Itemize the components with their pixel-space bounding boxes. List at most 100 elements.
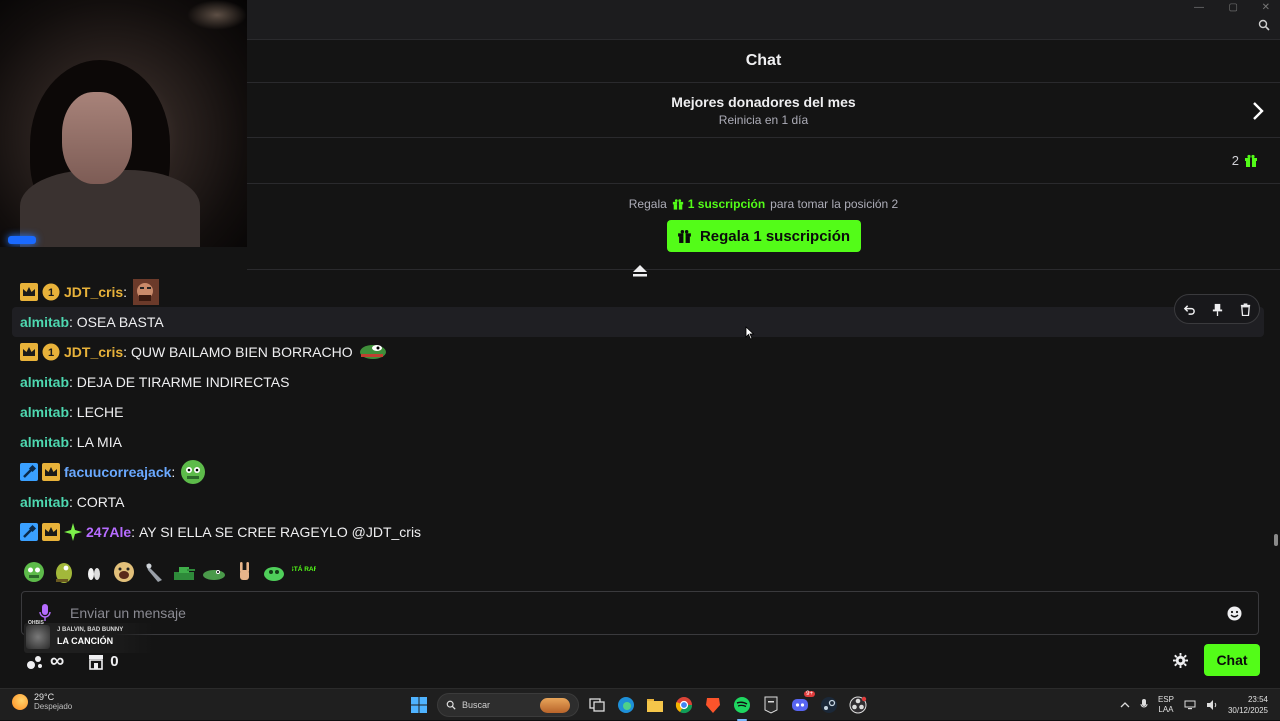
settings-gear-icon[interactable] xyxy=(1173,653,1188,668)
separator: : xyxy=(69,434,73,450)
chat-message-input[interactable] xyxy=(70,600,1220,626)
message-text: QUW BAILAMO BIEN BORRACHO xyxy=(130,344,353,360)
username[interactable]: 247Ale xyxy=(86,524,131,540)
trash-icon[interactable] xyxy=(1239,302,1252,316)
rock-hand-emote[interactable] xyxy=(232,560,256,584)
search-icon xyxy=(446,700,456,710)
music-artist: J BALVIN, BAD BUNNY xyxy=(57,627,124,633)
clock-time: 23:54 xyxy=(1247,695,1268,704)
pepe-green-emote[interactable] xyxy=(22,560,46,584)
chat-message[interactable]: almitab: LA MIA xyxy=(12,427,1264,457)
pepe-dance-emote[interactable] xyxy=(52,560,76,584)
message-text: OSEA BASTA xyxy=(76,314,164,330)
username[interactable]: JDT_cris xyxy=(64,344,123,360)
discord-icon[interactable]: 9+ xyxy=(789,691,815,716)
scrollbar[interactable] xyxy=(1274,534,1278,546)
system-tray: ESP LAA 23:54 30/12/2025 xyxy=(1120,693,1268,717)
moderator-badge-icon xyxy=(20,523,38,541)
sub-badge-icon: 1 xyxy=(42,283,60,301)
lang-bottom: LAA xyxy=(1158,705,1174,714)
message-text: CORTA xyxy=(76,494,125,510)
windows-start-icon[interactable] xyxy=(408,694,430,716)
message-text: LECHE xyxy=(76,404,124,420)
quick-emote-bar: ESTÁ RARA xyxy=(22,559,316,585)
svg-text:1: 1 xyxy=(48,287,54,299)
chat-message[interactable]: 1 JDT_cris: QUW BAILAMO BIEN BORRACHO xyxy=(12,337,1264,367)
language-indicator[interactable]: ESP LAA xyxy=(1158,695,1174,715)
chat-message[interactable]: almitab: LECHE xyxy=(12,397,1264,427)
steam-icon[interactable] xyxy=(818,694,840,716)
volume-icon[interactable] xyxy=(1206,700,1218,710)
separator: : xyxy=(123,284,128,300)
chat-message[interactable]: almitab: DEJA DE TIRARME INDIRECTAS xyxy=(12,367,1264,397)
emoji-picker-icon[interactable] xyxy=(1227,606,1242,621)
chat-message[interactable]: facuucorreajack: xyxy=(12,457,1264,487)
username[interactable]: almitab xyxy=(20,314,69,330)
donors-reset-text: Reinicia en 1 día xyxy=(718,113,809,127)
brave-browser-icon[interactable] xyxy=(702,694,724,716)
search-label: Buscar xyxy=(462,700,491,710)
discord-badge: 9+ xyxy=(804,691,815,697)
chat-message[interactable]: 1 JDT_cris: xyxy=(12,277,1264,307)
now-playing-card: OHBIS J BALVIN, BAD BUNNY LA CANCIÓN xyxy=(24,620,154,653)
croc-emote[interactable] xyxy=(202,560,226,584)
message-text: LA MIA xyxy=(76,434,122,450)
zoom-icon[interactable] xyxy=(1258,19,1270,31)
taskbar-search[interactable]: Buscar xyxy=(437,693,579,717)
separator: : xyxy=(69,374,73,390)
channel-points[interactable]: ∞ xyxy=(26,650,64,673)
streamer-chat-window: — ▢ ✕ Chat Mejores donadores del mes Rei… xyxy=(0,0,1280,688)
gift-button-label: Regala 1 suscripción xyxy=(699,227,851,245)
username[interactable]: almitab xyxy=(20,404,69,420)
close-button[interactable]: ✕ xyxy=(1262,2,1270,13)
gift-subscription-button[interactable]: Regala 1 suscripción xyxy=(666,220,861,252)
maximize-button[interactable]: ▢ xyxy=(1229,2,1238,13)
task-view-icon[interactable] xyxy=(586,694,608,716)
tank-emote[interactable] xyxy=(172,560,196,584)
clock-date: 30/12/2025 xyxy=(1227,706,1268,715)
chat-input-box[interactable] xyxy=(21,591,1259,635)
chat-message[interactable]: almitab: OSEA BASTA xyxy=(12,307,1264,337)
spotify-icon[interactable] xyxy=(731,694,753,721)
username[interactable]: almitab xyxy=(20,374,69,390)
minimize-button[interactable]: — xyxy=(1194,2,1204,13)
weather-sun-icon xyxy=(12,693,28,710)
file-explorer-icon[interactable] xyxy=(644,694,666,716)
edge-browser-icon[interactable] xyxy=(615,694,637,716)
microphone-tray-icon[interactable] xyxy=(1140,699,1148,711)
points-icon xyxy=(27,655,42,669)
weather-temp: 29°C xyxy=(34,692,55,702)
separator: : xyxy=(69,314,73,330)
chat-message[interactable]: almitab: CORTA xyxy=(12,487,1264,517)
webcam-feed xyxy=(0,0,247,247)
username[interactable]: JDT_cris xyxy=(64,284,123,300)
chevron-right-icon[interactable] xyxy=(1250,100,1266,122)
obs-icon[interactable] xyxy=(847,694,869,716)
clap-emote[interactable] xyxy=(82,560,106,584)
bird-emote[interactable] xyxy=(142,560,166,584)
reply-icon[interactable] xyxy=(1183,303,1196,316)
top-donors-banner[interactable]: Mejores donadores del mes Reinicia en 1 … xyxy=(247,84,1280,138)
store[interactable]: 0 xyxy=(88,653,119,670)
network-icon[interactable] xyxy=(1184,700,1196,710)
esta-rara-emote[interactable]: ESTÁ RARA xyxy=(292,560,316,584)
collapse-icon[interactable] xyxy=(632,264,648,278)
chrome-icon[interactable] xyxy=(673,694,695,716)
weather-widget[interactable]: 29°C Despejado xyxy=(12,692,72,711)
epic-games-icon[interactable] xyxy=(760,694,782,716)
slime-emote[interactable] xyxy=(262,560,286,584)
crown-badge-icon xyxy=(20,343,38,361)
pin-icon[interactable] xyxy=(1211,303,1224,316)
send-chat-button[interactable]: Chat xyxy=(1204,644,1260,676)
chat-title: Chat xyxy=(247,40,1280,83)
chat-message[interactable]: 247Ale: AY SI ELLA SE CREE RAGEYLO @JDT_… xyxy=(12,517,1264,547)
username[interactable]: almitab xyxy=(20,434,69,450)
username[interactable]: almitab xyxy=(20,494,69,510)
separator: : xyxy=(171,464,176,480)
sub-badge-icon: 1 xyxy=(42,343,60,361)
chevron-up-icon[interactable] xyxy=(1120,701,1130,709)
message-text: DEJA DE TIRARME INDIRECTAS xyxy=(76,374,290,390)
kekw-emote[interactable] xyxy=(112,560,136,584)
system-clock[interactable]: 23:54 30/12/2025 xyxy=(1228,694,1268,716)
username[interactable]: facuucorreajack xyxy=(64,464,171,480)
